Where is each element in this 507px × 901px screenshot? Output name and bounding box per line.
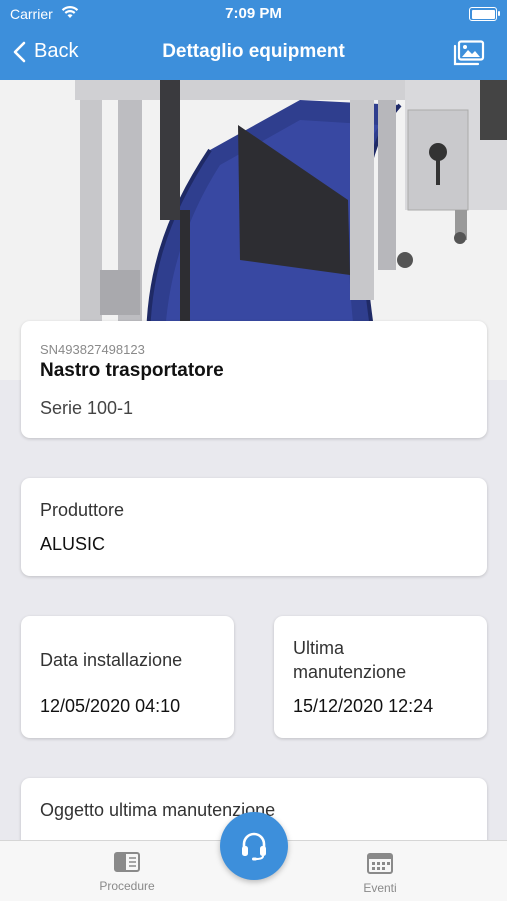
producer-value: ALUSIC [40, 534, 106, 554]
last-maintenance-label: Ultima manutenzione [293, 636, 406, 684]
clock: 7:09 PM [225, 5, 282, 22]
installation-date-label: Data installazione [40, 650, 183, 670]
support-button[interactable] [220, 812, 288, 880]
tab-procedures[interactable]: Procedure [72, 851, 182, 893]
equipment-name: Nastro trasportatore [40, 360, 224, 381]
status-bar: Carrier 7:09 PM [0, 0, 507, 28]
gallery-icon[interactable] [453, 40, 485, 66]
installation-date-value: 12/05/2020 04:10 [40, 696, 181, 716]
book-icon [114, 852, 140, 872]
producer-label: Produttore [40, 500, 125, 520]
equipment-series: Serie 100-1 [40, 398, 134, 418]
calendar-icon [367, 853, 393, 874]
tab-events-label: Eventi [363, 881, 397, 895]
last-maintenance-label-line2: manutenzione [293, 662, 407, 682]
page-title: Dettaglio equipment [162, 41, 345, 62]
last-maintenance-card: Ultima manutenzione 15/12/2020 12:24 [274, 616, 487, 738]
tab-events[interactable]: Eventi [325, 851, 435, 895]
headset-icon [242, 832, 266, 861]
installation-date-card: Data installazione 12/05/2020 04:10 [21, 616, 234, 738]
battery-icon [469, 7, 500, 21]
equipment-summary-card: SN493827498123 Nastro trasportatore Seri… [21, 321, 487, 438]
last-maintenance-label-line1: Ultima [293, 638, 345, 658]
serial-number: SN493827498123 [40, 342, 145, 357]
tab-procedures-label: Procedure [99, 879, 155, 893]
producer-card: Produttore ALUSIC [21, 478, 487, 576]
last-maintenance-value: 15/12/2020 12:24 [293, 696, 434, 716]
app-header: Carrier 7:09 PM Back Dettaglio equipment [0, 0, 507, 80]
nav-bar: Back Dettaglio equipment [0, 30, 507, 76]
